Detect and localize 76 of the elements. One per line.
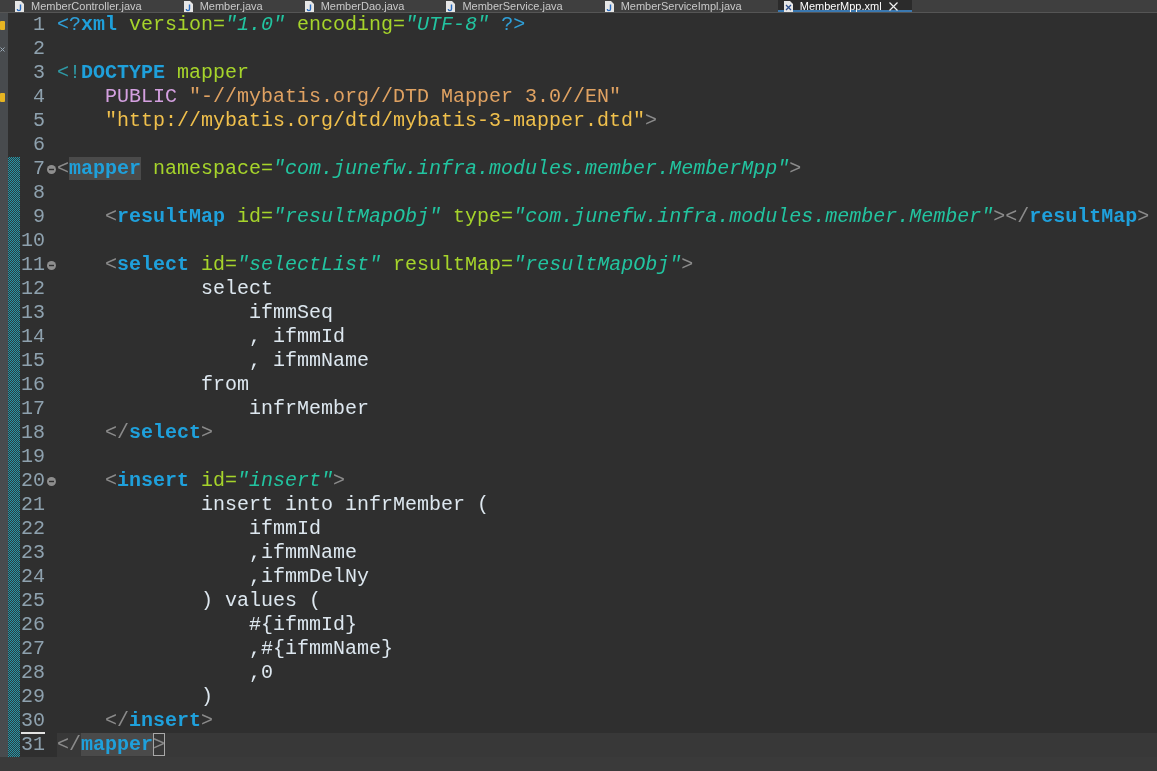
line-number: 28 — [21, 661, 45, 684]
code-line: <?xml version="1.0" encoding="UTF-8" ?> — [57, 13, 526, 36]
line-number: 11 — [21, 253, 45, 276]
code-line: ) — [201, 685, 214, 708]
line-number: 1 — [33, 13, 45, 36]
file-icon — [15, 0, 24, 12]
code-line: <select id="selectList" resultMap="resultMapObj"> — [105, 253, 694, 276]
code-line: select — [201, 277, 274, 300]
line-number: 29 — [21, 685, 45, 708]
line-number: 25 — [21, 589, 45, 612]
line-number: 7 — [33, 157, 45, 180]
line-number: 10 — [21, 229, 45, 252]
line-number: 6 — [33, 133, 45, 156]
close-icon[interactable] — [888, 1, 898, 11]
line-number: 22 — [21, 517, 45, 540]
file-icon — [304, 0, 314, 12]
marker-icon — [0, 20, 5, 30]
file-icon — [183, 0, 193, 12]
code-line: </select> — [105, 421, 214, 444]
line-number: 15 — [21, 349, 45, 372]
code-line: ifmmId — [249, 517, 322, 540]
editor-tab[interactable]: MemberDao.java — [298, 0, 441, 12]
code-line: #{ifmmId} — [249, 613, 358, 636]
code-line: <mapper namespace="com.junefw.infra.modules.member.MemberMpp"> — [57, 157, 802, 180]
line-number: 31 — [21, 733, 45, 756]
collapse-icon[interactable] — [46, 164, 56, 174]
code-line: infrMember — [249, 397, 370, 420]
code-line: PUBLIC "-//mybatis.org//DTD Mapper 3.0//EN" — [105, 85, 622, 108]
editor-tab[interactable]: MemberService.java — [440, 0, 599, 12]
editor-tab[interactable]: MemberServiceImpl.java — [598, 0, 778, 12]
line-number: 21 — [21, 493, 45, 516]
line-number: 14 — [21, 325, 45, 348]
code-line: ,#{ifmmName} — [249, 637, 394, 660]
editor-tab[interactable]: MemberMpp.xml — [777, 0, 912, 12]
code-line: ,ifmmDelNy — [249, 565, 370, 588]
code-line: insert into infrMember ( — [201, 493, 490, 516]
line-number: 9 — [33, 205, 45, 228]
marker-icon — [0, 46, 5, 52]
code-line: <insert id="insert"> — [105, 469, 346, 492]
code-line: , ifmmId — [249, 325, 346, 348]
line-number: 27 — [21, 637, 45, 660]
line-number: 24 — [21, 565, 45, 588]
line-number: 4 — [33, 85, 45, 108]
line-number: 3 — [33, 61, 45, 84]
line-number: 5 — [33, 109, 45, 132]
marker-icon — [0, 92, 5, 102]
code-line: ifmmSeq — [249, 301, 334, 324]
code-line: , ifmmName — [249, 349, 370, 372]
code-line: ,ifmmName — [249, 541, 358, 564]
line-number: 19 — [21, 445, 45, 468]
line-number: 13 — [21, 301, 45, 324]
file-icon — [446, 0, 456, 12]
line-number: 18 — [21, 421, 45, 444]
line-number: 23 — [21, 541, 45, 564]
collapse-icon[interactable] — [46, 476, 56, 486]
line-number: 17 — [21, 397, 45, 420]
code-line: <!DOCTYPE mapper — [57, 61, 250, 84]
line-number: 20 — [21, 469, 45, 492]
code-line: </insert> — [105, 709, 214, 732]
collapse-icon[interactable] — [46, 260, 56, 270]
line-number: 8 — [33, 181, 45, 204]
code-line: ,0 — [249, 661, 274, 684]
line-number: 12 — [21, 277, 45, 300]
line-number: 2 — [33, 37, 45, 60]
file-icon — [783, 0, 793, 12]
line-number: 16 — [21, 373, 45, 396]
file-icon — [604, 0, 614, 12]
editor-tab[interactable]: MemberController.java — [9, 0, 178, 12]
code-line: ) values ( — [201, 589, 322, 612]
horizontal-scrollbar[interactable] — [0, 757, 1157, 771]
code-line: from — [201, 373, 250, 396]
editor-tab[interactable]: Member.java — [177, 0, 299, 12]
code-line: <resultMap id="resultMapObj" type="com.junefw.infra.modules.member.Member"></resultMap> — [105, 205, 1150, 228]
line-number: 26 — [21, 613, 45, 636]
code-line: </mapper> — [57, 733, 166, 756]
code-line: "http://mybatis.org/dtd/mybatis-3-mapper.dtd"> — [105, 109, 658, 132]
